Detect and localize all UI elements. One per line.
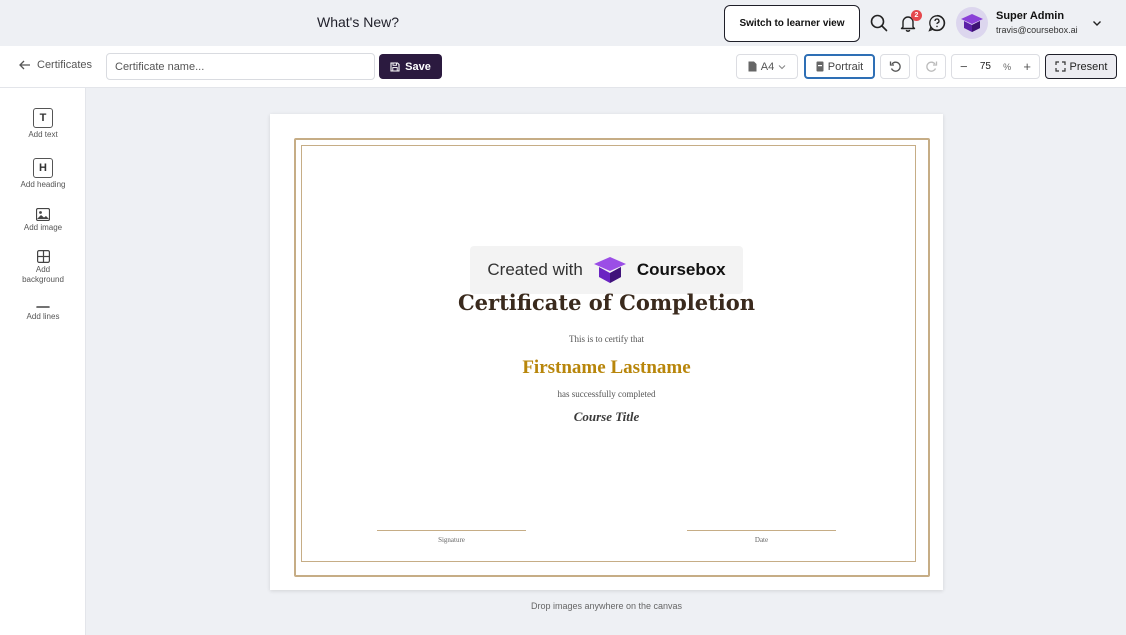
graduation-cap-logo-icon	[593, 257, 626, 283]
signature-line[interactable]	[377, 530, 526, 531]
editor-toolbar: Certificates Save A4 Portrait − 75 % + P…	[0, 46, 1126, 88]
avatar[interactable]	[956, 7, 988, 39]
zoom-out-button[interactable]: −	[960, 59, 968, 74]
zoom-control: − 75 % +	[951, 54, 1040, 79]
canvas-hint: Drop images anywhere on the canvas	[530, 601, 683, 611]
document-icon	[748, 61, 757, 72]
zoom-in-button[interactable]: +	[1023, 59, 1031, 74]
portrait-page-icon	[816, 61, 824, 72]
back-label: Certificates	[37, 59, 93, 71]
back-to-certificates-link[interactable]: Certificates	[19, 59, 92, 71]
present-label: Present	[1069, 60, 1108, 73]
certificate-canvas[interactable]: Created with Coursebox Certificate of Co…	[270, 114, 943, 590]
add-lines-tool[interactable]: Add lines	[0, 304, 86, 322]
image-icon	[36, 208, 50, 221]
redo-button[interactable]	[916, 54, 946, 79]
line-icon	[36, 306, 50, 308]
text-icon: T	[33, 108, 53, 128]
tool-label: Add lines	[26, 312, 60, 321]
user-email: travis@coursebox.ai	[996, 25, 1078, 35]
search-icon[interactable]	[869, 13, 889, 33]
heading-icon: H	[33, 158, 53, 178]
chevron-down-icon	[778, 64, 786, 69]
grid-icon	[36, 250, 50, 263]
coursebox-watermark: Created with Coursebox	[470, 246, 743, 294]
orientation-toggle[interactable]: Portrait	[804, 54, 875, 79]
tool-label: Add background	[22, 265, 64, 284]
whats-new-link[interactable]: What's New?	[317, 14, 399, 30]
add-image-tool[interactable]: Add image	[0, 208, 86, 233]
inner-border	[301, 145, 916, 562]
certificate-name-input[interactable]	[106, 53, 375, 80]
top-bar: What's New? Switch to learner view 2 Sup…	[0, 0, 1126, 46]
certify-text[interactable]: This is to certify that	[270, 334, 943, 344]
switch-learner-view-button[interactable]: Switch to learner view	[724, 5, 860, 42]
tool-label: Add heading	[20, 180, 66, 189]
recipient-name[interactable]: Firstname Lastname	[270, 357, 943, 379]
date-line[interactable]	[687, 530, 836, 531]
user-name: Super Admin	[996, 10, 1065, 22]
certificate-title[interactable]: Certificate of Completion	[270, 290, 943, 315]
coursebox-logo-icon	[961, 14, 983, 32]
paper-size-value: A4	[760, 60, 775, 73]
zoom-value[interactable]: 75	[980, 61, 991, 72]
undo-icon	[889, 61, 901, 72]
present-button[interactable]: Present	[1045, 54, 1117, 79]
watermark-brand: Coursebox	[636, 260, 726, 279]
add-text-tool[interactable]: T Add text	[0, 108, 86, 140]
zoom-unit: %	[1003, 61, 1012, 72]
notification-badge: 2	[911, 10, 922, 21]
chevron-down-icon[interactable]	[1091, 16, 1103, 28]
completed-text[interactable]: has successfully completed	[270, 389, 943, 399]
fullscreen-icon	[1054, 61, 1066, 72]
add-background-tool[interactable]: Add background	[0, 250, 86, 285]
save-button[interactable]: Save	[379, 54, 442, 79]
floppy-disk-icon	[390, 61, 400, 72]
arrow-left-icon	[19, 60, 30, 70]
course-title[interactable]: Course Title	[270, 409, 943, 425]
redo-icon	[925, 61, 937, 72]
help-icon[interactable]	[927, 13, 947, 33]
tool-label: Add image	[23, 223, 63, 232]
watermark-prefix: Created with	[487, 260, 583, 279]
save-label: Save	[405, 60, 431, 73]
orientation-label: Portrait	[827, 60, 864, 73]
tool-label: Add text	[28, 130, 58, 139]
date-label[interactable]: Date	[687, 536, 836, 544]
signature-label[interactable]: Signature	[377, 536, 526, 544]
paper-size-select[interactable]: A4	[736, 54, 798, 79]
add-heading-tool[interactable]: H Add heading	[0, 158, 86, 190]
undo-button[interactable]	[880, 54, 910, 79]
tool-sidebar: T Add text H Add heading Add image Add b…	[0, 88, 86, 635]
